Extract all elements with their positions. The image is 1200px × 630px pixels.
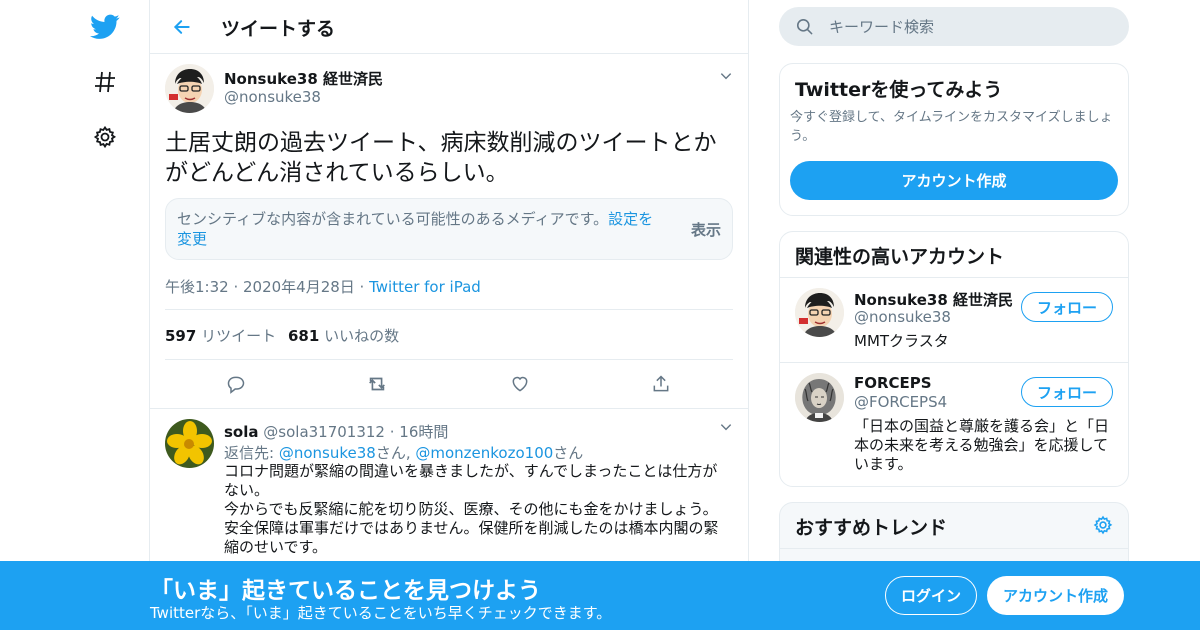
app-root: ツイートする Nonsuke38 経世済民 @nonsuke38 土居丈朗の過去… bbox=[0, 0, 1200, 630]
like-icon[interactable] bbox=[504, 368, 536, 400]
tweet-stats: 597 リツイート 681 いいねの数 bbox=[165, 309, 733, 360]
reply-to-separator-2: さん bbox=[553, 444, 584, 462]
show-media-button[interactable]: 表示 bbox=[691, 219, 721, 240]
retweet-count[interactable]: 597 リツイート bbox=[165, 325, 276, 346]
avatar[interactable] bbox=[795, 288, 844, 337]
banner-signup-button[interactable]: アカウント作成 bbox=[987, 576, 1124, 615]
reply-text-line: コロナ問題が緊縮の間違いを暴きましたが、すんでしまったことは仕方がない。 bbox=[224, 462, 718, 499]
reply-to-line: 返信先: @nonsuke38さん, @monzenkozo100さん bbox=[224, 442, 583, 463]
trends-title: おすすめトレンド bbox=[795, 517, 948, 539]
focused-tweet: Nonsuke38 経世済民 @nonsuke38 土居丈朗の過去ツイート、病床… bbox=[150, 54, 748, 409]
page-title: ツイートする bbox=[221, 18, 336, 40]
like-count-label: いいねの数 bbox=[324, 327, 400, 345]
avatar[interactable] bbox=[165, 64, 214, 113]
tweet-text: 土居丈朗の過去ツイート、病床数削減のツイートとかがどんどん消されているらしい。 bbox=[165, 130, 717, 186]
follow-button[interactable]: フォロー bbox=[1021, 292, 1113, 322]
tweet-author-handle[interactable]: @nonsuke38 bbox=[224, 88, 321, 106]
related-account-item[interactable]: FORCEPS @FORCEPS4 「日本の国益と尊厳を護る会」と「日本の未来を… bbox=[780, 362, 1128, 486]
main-column: ツイートする Nonsuke38 経世済民 @nonsuke38 土居丈朗の過去… bbox=[149, 0, 749, 630]
reply-time[interactable]: · 16時間 bbox=[385, 423, 449, 441]
reply-icon[interactable] bbox=[220, 368, 252, 400]
divider bbox=[780, 548, 1128, 549]
tweet-author-name[interactable]: Nonsuke38 経世済民 bbox=[224, 68, 383, 89]
related-account-handle[interactable]: @nonsuke38 bbox=[854, 308, 951, 326]
sensitive-media-notice: センシティブな内容が含まれている可能性のあるメディアです。設定を変更 表示 bbox=[165, 198, 733, 260]
gear-icon[interactable] bbox=[85, 117, 125, 157]
tweet-actions bbox=[165, 360, 733, 408]
reply-text-line: 今からでも反緊縮に舵を切り防災、医療、その他にも金をかけましょう。 bbox=[224, 500, 718, 518]
tweet-timestamp[interactable]: 午後1:32 · 2020年4月28日 · bbox=[165, 278, 369, 296]
search-icon bbox=[795, 17, 814, 40]
reply-author-handle[interactable]: @sola31701312 bbox=[263, 423, 385, 441]
reply-text: コロナ問題が緊縮の間違いを暴きましたが、すんでしまったことは仕方がない。 今から… bbox=[224, 462, 724, 557]
chevron-down-icon[interactable] bbox=[716, 66, 736, 86]
sensitive-notice-text: センシティブな内容が含まれている可能性のあるメディアです。設定を変更 bbox=[177, 209, 667, 249]
retweet-count-label: リツイート bbox=[201, 327, 277, 345]
create-account-button[interactable]: アカウント作成 bbox=[790, 161, 1118, 200]
signup-card-title: Twitterを使ってみよう bbox=[795, 79, 1003, 101]
reply-header: sola @sola31701312 · 16時間 bbox=[224, 421, 448, 442]
signup-banner: 「いま」起きていることを見つけよう Twitterなら、「いま」起きていることを… bbox=[0, 561, 1200, 630]
related-account-bio: MMTクラスタ bbox=[854, 332, 949, 350]
share-icon[interactable] bbox=[645, 368, 677, 400]
retweet-icon[interactable] bbox=[361, 368, 393, 400]
signup-card-subtitle: 今すぐ登録して、タイムラインをカスタマイズしましょう。 bbox=[790, 110, 1113, 144]
related-account-bio: 「日本の国益と尊厳を護る会」と「日本の未来を考える勉強会」を応援しています。 bbox=[854, 417, 1110, 473]
reply-to-mention-1[interactable]: @nonsuke38 bbox=[279, 444, 376, 462]
page-header: ツイートする bbox=[150, 0, 748, 54]
follow-button[interactable]: フォロー bbox=[1021, 377, 1113, 407]
twitter-bird-icon[interactable] bbox=[85, 7, 125, 47]
banner-subtitle: Twitterなら、「いま」起きていることをいち早くチェックできます。 bbox=[150, 604, 612, 622]
banner-title: 「いま」起きていることを見つけよう bbox=[150, 578, 541, 604]
like-count-value: 681 bbox=[288, 327, 320, 345]
tweet-source-link[interactable]: Twitter for iPad bbox=[369, 278, 481, 296]
login-button[interactable]: ログイン bbox=[885, 576, 977, 615]
sensitive-notice-label: センシティブな内容が含まれている可能性のあるメディアです。 bbox=[177, 210, 609, 228]
signup-card: Twitterを使ってみよう 今すぐ登録して、タイムラインをカスタマイズしましょ… bbox=[779, 63, 1129, 216]
reply-to-mention-2[interactable]: @monzenkozo100 bbox=[415, 444, 553, 462]
avatar[interactable] bbox=[795, 373, 844, 422]
reply-author-name[interactable]: sola bbox=[224, 423, 259, 441]
hashtag-icon[interactable] bbox=[85, 62, 125, 102]
related-account-handle[interactable]: @FORCEPS4 bbox=[854, 393, 947, 411]
chevron-down-icon[interactable] bbox=[716, 417, 736, 437]
reply-to-separator-1: さん, bbox=[375, 444, 416, 462]
related-accounts-card: 関連性の高いアカウント Nonsuke38 経世済民 @nonsuke38 MM… bbox=[779, 231, 1129, 487]
related-account-item[interactable]: Nonsuke38 経世済民 @nonsuke38 MMTクラスタ フォロー bbox=[780, 277, 1128, 362]
tweet-metadata: 午後1:32 · 2020年4月28日 · Twitter for iPad bbox=[165, 276, 481, 297]
reply-to-label: 返信先: bbox=[224, 444, 279, 462]
related-accounts-title: 関連性の高いアカウント bbox=[795, 246, 1005, 268]
related-account-name[interactable]: Nonsuke38 経世済民 bbox=[854, 289, 1013, 310]
avatar[interactable] bbox=[165, 419, 214, 468]
left-nav bbox=[0, 0, 150, 630]
retweet-count-value: 597 bbox=[165, 327, 197, 345]
reply-text-line: 安全保障は軍事だけではありません。保健所を削減したのは橋本内閣の緊縮のせいです。 bbox=[224, 519, 719, 556]
like-count[interactable]: 681 いいねの数 bbox=[288, 325, 399, 346]
search-input[interactable] bbox=[829, 7, 1119, 46]
search-box bbox=[779, 7, 1129, 46]
gear-icon[interactable] bbox=[1093, 515, 1113, 539]
related-account-name[interactable]: FORCEPS bbox=[854, 374, 932, 392]
back-arrow-icon[interactable] bbox=[166, 11, 198, 43]
